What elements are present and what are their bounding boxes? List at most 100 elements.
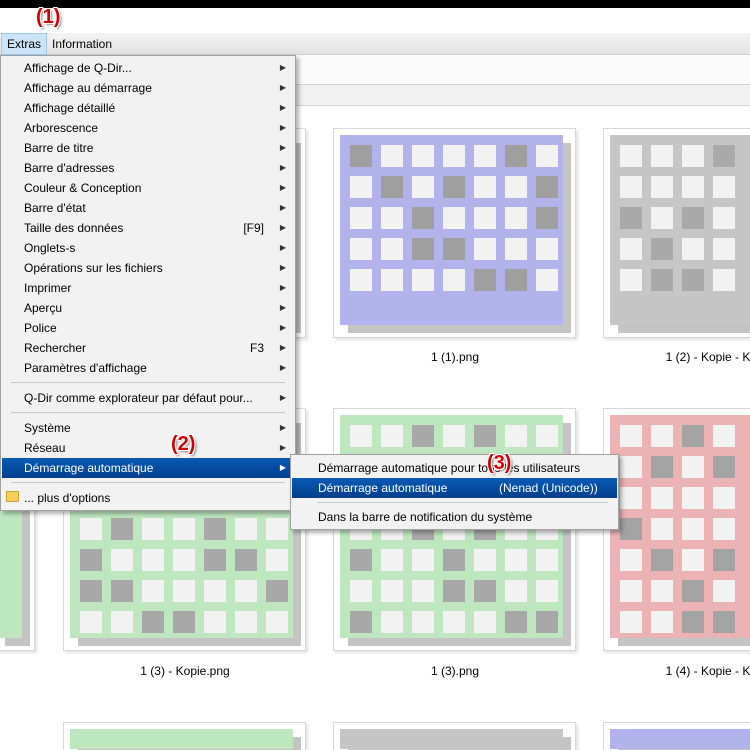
menu-item-label: Affichage au démarrage [24, 81, 152, 95]
submenu-arrow-icon: ▶ [279, 83, 286, 92]
file-caption[interactable]: 1 (2) - Kopie - K [588, 350, 750, 364]
thumbnail-cell [682, 425, 704, 447]
folder-icon [6, 491, 19, 502]
thumbnail-cell [350, 176, 372, 198]
thumbnail-cell [204, 518, 226, 540]
thumbnail-cell [505, 145, 527, 167]
extras-menu-item[interactable]: Barre d'adresses ▶ [2, 158, 294, 178]
thumbnail-cell [682, 549, 704, 571]
thumbnail-cell [536, 176, 558, 198]
thumbnail-cell [651, 238, 673, 260]
thumbnail-cell [350, 549, 372, 571]
menu-separator [11, 412, 285, 413]
extras-menu-item[interactable]: Système ▶ [2, 418, 294, 438]
extras-menu-item[interactable]: Onglets-s ▶ [2, 238, 294, 258]
thumbnail-cell [412, 145, 434, 167]
extras-menu-item[interactable]: Couleur & Conception ▶ [2, 178, 294, 198]
thumbnail-cell [443, 145, 465, 167]
thumbnail-cell [80, 611, 102, 633]
thumbnail-cell [651, 269, 673, 291]
file-thumbnail[interactable] [603, 128, 750, 338]
menu-item-label: Rechercher [24, 341, 87, 355]
thumbnail-cell [536, 145, 558, 167]
thumbnail-cell [651, 207, 673, 229]
thumbnail-cell [651, 518, 673, 540]
thumbnail-cell [443, 580, 465, 602]
extras-menu-item[interactable]: Réseau ▶ [2, 438, 294, 458]
submenu-arrow-icon: ▶ [279, 243, 286, 252]
extras-menu-item[interactable]: Barre d'état ▶ [2, 198, 294, 218]
extras-menu-item[interactable]: Police ▶ [2, 318, 294, 338]
thumbnail-cell [235, 549, 257, 571]
thumbnail-cell [620, 580, 642, 602]
thumbnail-cell [536, 207, 558, 229]
thumbnail-cell [412, 549, 434, 571]
extras-menu-item[interactable]: Affichage de Q-Dir... ▶ [2, 58, 294, 78]
thumbnail-cell [350, 145, 372, 167]
menu-information[interactable]: Information [47, 33, 117, 55]
menu-item-label: ... plus d'options [24, 491, 111, 505]
thumbnail-cell [350, 611, 372, 633]
autostart-all-users[interactable]: Démarrage automatique pour tous les util… [292, 458, 617, 478]
thumbnail-cell [266, 549, 288, 571]
thumbnail-cell [620, 176, 642, 198]
thumbnail-cell [266, 580, 288, 602]
extras-menu-item[interactable]: Affichage au démarrage ▶ [2, 78, 294, 98]
thumbnail-cell [682, 269, 704, 291]
extras-menu-item[interactable]: Taille des données [F9] ▶ [2, 218, 294, 238]
submenu-arrow-icon: ▶ [279, 203, 286, 212]
extras-menu-item[interactable]: Paramètres d'affichage ▶ [2, 358, 294, 378]
submenu-arrow-icon: ▶ [279, 163, 286, 172]
thumbnail-cell [505, 611, 527, 633]
submenu-arrow-icon: ▶ [279, 63, 286, 72]
thumbnail-cell [111, 518, 133, 540]
menu-extras[interactable]: Extras [1, 33, 48, 55]
thumbnail-cell [443, 549, 465, 571]
thumbnail-cell [474, 238, 496, 260]
thumbnail-cell [80, 580, 102, 602]
file-thumbnail[interactable] [603, 408, 750, 651]
submenu-arrow-icon: ▶ [279, 443, 286, 452]
extras-menu-item[interactable]: Aperçu ▶ [2, 298, 294, 318]
file-thumbnail[interactable] [333, 128, 576, 338]
extras-menu-item[interactable]: Imprimer ▶ [2, 278, 294, 298]
thumbnail-cell [620, 238, 642, 260]
thumbnail-cell [350, 207, 372, 229]
thumbnail-image [70, 729, 293, 749]
extras-menu-item[interactable]: Arborescence ▶ [2, 118, 294, 138]
file-caption[interactable]: 1 (3) - Kopie.png [65, 664, 305, 678]
thumbnail-cell [620, 207, 642, 229]
thumbnail-cell [443, 176, 465, 198]
file-caption[interactable]: 1 (3).png [335, 664, 575, 678]
extras-menu-item[interactable]: Opérations sur les fichiers ▶ [2, 258, 294, 278]
extras-menu-item[interactable]: Rechercher F3 ▶ [2, 338, 294, 358]
thumbnail-cell [381, 611, 403, 633]
file-thumbnail[interactable] [333, 722, 576, 750]
extras-menu-item[interactable]: Démarrage automatique ▶ [2, 458, 294, 478]
thumbnail-cell [651, 176, 673, 198]
thumbnail-cell [412, 238, 434, 260]
file-thumbnail[interactable] [603, 722, 750, 750]
autostart-current-user[interactable]: Démarrage automatique (Nenad (Unicode)) [292, 478, 617, 498]
thumbnail-cell [651, 487, 673, 509]
thumbnail-cell [173, 549, 195, 571]
thumbnail-image [610, 135, 750, 325]
autostart-tray[interactable]: Dans la barre de notification du système [292, 507, 617, 527]
thumbnail-cell [713, 207, 735, 229]
thumbnail-cell [682, 611, 704, 633]
thumbnail-cell [443, 238, 465, 260]
extras-menu-item[interactable]: Affichage détaillé ▶ [2, 98, 294, 118]
extras-menu-item[interactable]: Q-Dir comme explorateur par défaut pour.… [2, 388, 294, 408]
file-caption[interactable]: 1 (1).png [335, 350, 575, 364]
submenu-arrow-icon: ▶ [279, 463, 286, 472]
annotation-2: (2) [171, 433, 196, 455]
extras-menu-item[interactable]: ... plus d'options [2, 488, 294, 508]
extras-menu-item[interactable]: Barre de titre ▶ [2, 138, 294, 158]
file-caption[interactable]: 1 (4) - Kopie - K [588, 664, 750, 678]
menu-item-label: Arborescence [24, 121, 99, 135]
thumbnail-cell [204, 611, 226, 633]
menu-separator [11, 482, 285, 483]
thumbnail-cell [173, 518, 195, 540]
file-thumbnail[interactable] [63, 722, 306, 750]
thumbnail-cell [682, 487, 704, 509]
